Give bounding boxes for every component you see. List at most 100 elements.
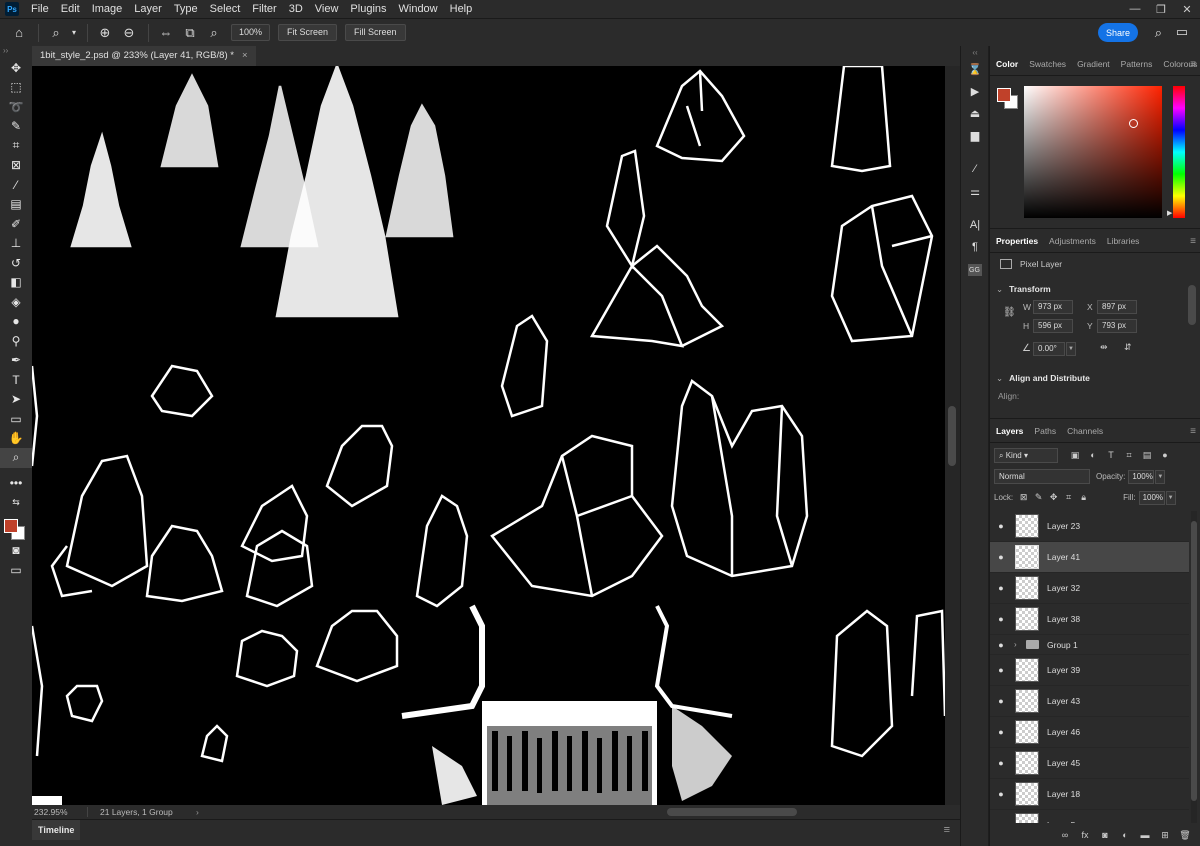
menu-layer[interactable]: Layer	[128, 0, 168, 18]
lock-transparent-icon[interactable]: ⊠	[1016, 492, 1031, 503]
layer-name[interactable]: Layer 43	[1047, 696, 1080, 706]
quick-select-tool-icon[interactable]: ✎	[0, 117, 32, 137]
menu-3d[interactable]: 3D	[283, 0, 309, 18]
panel-menu-icon[interactable]: ≡	[1190, 236, 1196, 247]
layer-row[interactable]: ● Layer 43	[990, 686, 1189, 717]
layer-row[interactable]: ● Layer 45	[990, 748, 1189, 779]
layer-name[interactable]: Layer 18	[1047, 789, 1080, 799]
expand-icon[interactable]: ‹‹	[961, 46, 989, 58]
character-icon[interactable]: A|	[961, 214, 989, 236]
vertical-scrollbar[interactable]	[945, 66, 960, 805]
tab-channels[interactable]: Channels	[1061, 426, 1108, 442]
menu-file[interactable]: File	[25, 0, 55, 18]
plugin-icon[interactable]: ⏏	[961, 102, 989, 124]
trash-icon[interactable]: 🗑︎	[1175, 830, 1195, 841]
layer-row[interactable]: ●Layer 5	[990, 810, 1189, 823]
canvas[interactable]	[32, 66, 945, 805]
width-field[interactable]: 973 px	[1033, 300, 1073, 314]
layer-name[interactable]: Layer 39	[1047, 665, 1080, 675]
add-mask-icon[interactable]: ◙	[1095, 830, 1115, 840]
chevron-down-icon[interactable]: ▼	[1066, 342, 1076, 356]
search-icon[interactable]: ⌕	[1155, 25, 1162, 41]
eraser-tool-icon[interactable]: ◧	[0, 273, 32, 293]
layer-row[interactable]: ● Layer 23	[990, 511, 1189, 542]
fx-icon[interactable]: fx	[1075, 830, 1095, 840]
height-field[interactable]: 596 px	[1033, 319, 1073, 333]
brush-settings-icon[interactable]: ⁄	[961, 158, 989, 180]
share-button[interactable]: Share	[1098, 23, 1138, 42]
menu-image[interactable]: Image	[86, 0, 129, 18]
align-section-header[interactable]: ⌄ Align and Distribute	[996, 373, 1090, 384]
eye-icon[interactable]: ●	[990, 665, 1012, 675]
eyedropper-tool-icon[interactable]: ⁄	[0, 175, 32, 195]
actions-play-icon[interactable]: ▶	[961, 80, 989, 102]
fit-screen-button[interactable]: Fit Screen	[278, 24, 338, 41]
minimize-icon[interactable]: —	[1122, 0, 1148, 18]
layer-thumbnail[interactable]	[1015, 658, 1039, 682]
opacity-field[interactable]: 100%	[1128, 469, 1155, 484]
lock-artboard-icon[interactable]: ⌗	[1061, 492, 1076, 503]
layer-row[interactable]: ● Layer 18	[990, 779, 1189, 810]
filter-toggle-icon[interactable]: ●	[1156, 450, 1174, 460]
menu-edit[interactable]: Edit	[55, 0, 86, 18]
filter-smart-object-icon[interactable]: ▤	[1138, 450, 1156, 461]
layer-thumbnail[interactable]	[1015, 576, 1039, 600]
lock-pixels-icon[interactable]: ✎	[1031, 492, 1046, 503]
move-tool-icon[interactable]: ✥	[0, 58, 32, 78]
zoom-in-icon[interactable]: ⊕	[94, 22, 116, 44]
chevron-down-icon[interactable]: ▾	[69, 22, 79, 44]
foreground-color-chip[interactable]	[997, 88, 1011, 102]
type-tool-icon[interactable]: T	[0, 370, 32, 390]
zoom-out-icon[interactable]: ⊖	[118, 22, 140, 44]
layer-thumbnail[interactable]	[1015, 720, 1039, 744]
filter-type-icon[interactable]: T	[1102, 450, 1120, 460]
zoom-tool-icon[interactable]: ⌕	[0, 448, 32, 468]
clone-stamp-tool-icon[interactable]: ⊥	[0, 234, 32, 254]
paint-bucket-tool-icon[interactable]: ◈	[0, 292, 32, 312]
workspace-icon[interactable]: ▭	[1176, 24, 1188, 40]
layer-thumbnail[interactable]	[1015, 689, 1039, 713]
layer-name[interactable]: Layer 32	[1047, 583, 1080, 593]
layer-row[interactable]: ● Layer 39	[990, 655, 1189, 686]
color-swatches[interactable]	[0, 513, 32, 541]
eye-icon[interactable]: ●	[990, 789, 1012, 799]
eye-icon[interactable]: ●	[990, 552, 1012, 562]
layers-scrollbar[interactable]	[1191, 511, 1197, 823]
layer-thumbnail[interactable]	[1015, 607, 1039, 631]
filter-adjustment-icon[interactable]: ◐	[1084, 450, 1102, 460]
close-tab-icon[interactable]: ×	[242, 46, 248, 66]
layer-name[interactable]: Layer 41	[1047, 552, 1080, 562]
layer-thumbnail[interactable]	[1015, 751, 1039, 775]
eye-icon[interactable]: ●	[990, 583, 1012, 593]
eye-icon[interactable]: ●	[990, 614, 1012, 624]
foreground-color-swatch[interactable]	[4, 518, 18, 533]
panel-menu-icon[interactable]: ≡	[1190, 59, 1196, 70]
menu-help[interactable]: Help	[444, 0, 479, 18]
status-menu-arrow-icon[interactable]: ›	[188, 807, 207, 817]
filter-shape-icon[interactable]: ⌗	[1120, 450, 1138, 461]
panel-menu-icon[interactable]: ≡	[1190, 426, 1196, 437]
layer-row[interactable]: ● Layer 38	[990, 604, 1189, 635]
timeline-tab[interactable]: Timeline	[32, 820, 81, 840]
eye-icon[interactable]: ●	[990, 727, 1012, 737]
brush-tool-icon[interactable]: ✐	[0, 214, 32, 234]
hand-tool-icon[interactable]: ✋	[0, 429, 32, 449]
pen-tool-icon[interactable]: ✒	[0, 351, 32, 371]
color-saturation-field[interactable]	[1024, 86, 1162, 218]
link-layers-icon[interactable]: ∞	[1055, 830, 1075, 840]
layer-name[interactable]: Layer 38	[1047, 614, 1080, 624]
quick-mask-icon[interactable]: ◙	[0, 541, 32, 561]
marquee-tool-icon[interactable]: ⬚	[0, 78, 32, 98]
fill-field[interactable]: 100%	[1138, 490, 1165, 505]
screen-mode-icon[interactable]: ▭	[0, 560, 32, 580]
layer-name[interactable]: Layer 46	[1047, 727, 1080, 737]
new-layer-icon[interactable]: ⊞	[1155, 830, 1175, 841]
document-tab[interactable]: 1bit_style_2.psd @ 233% (Layer 41, RGB/8…	[32, 46, 256, 66]
resize-windows-icon[interactable]: ⇔	[155, 22, 177, 44]
eye-icon[interactable]: ●	[990, 696, 1012, 706]
tab-gradient[interactable]: Gradient	[1071, 59, 1115, 75]
swap-colors-icon[interactable]: ⇆	[0, 493, 32, 513]
dodge-tool-icon[interactable]: ⚲	[0, 331, 32, 351]
transform-section-header[interactable]: ⌄ Transform	[996, 284, 1051, 295]
zoom-percent-field[interactable]: 100%	[231, 24, 271, 41]
